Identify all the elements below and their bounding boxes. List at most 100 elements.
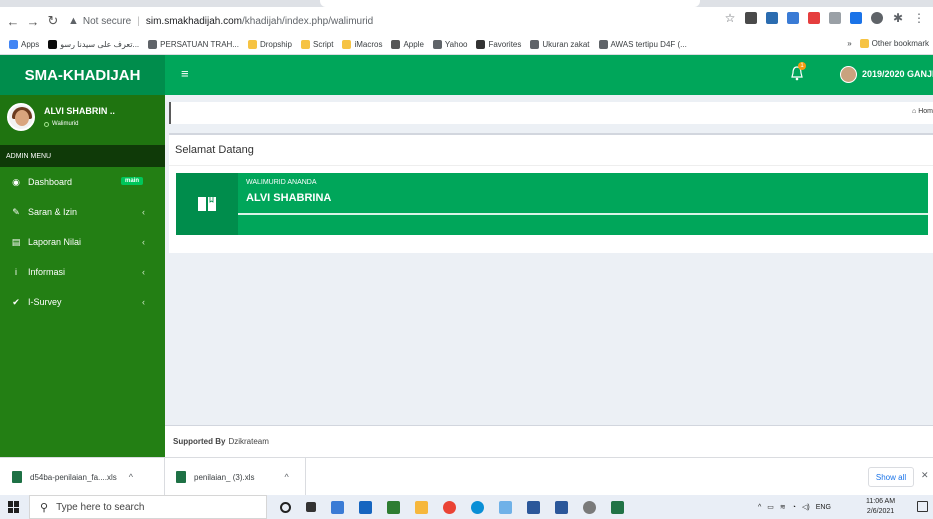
- excel-file-icon: [176, 471, 186, 483]
- sidebar-item-laporan-nilai[interactable]: ▤ Laporan Nilai ‹: [0, 227, 165, 257]
- taskbar-clock[interactable]: 11:06 AM 2/6/2021: [866, 497, 895, 517]
- extension-icon[interactable]: [745, 12, 757, 24]
- sidebar-item-i-survey[interactable]: ✔ I-Survey ‹: [0, 287, 165, 317]
- school-period[interactable]: 2019/2020 GANJIL: [862, 69, 933, 79]
- menu-dots-icon[interactable]: ⋮: [913, 11, 925, 25]
- extension-icon[interactable]: [808, 12, 820, 24]
- app-icon[interactable]: [387, 500, 400, 514]
- bookmark-label: Apps: [21, 40, 40, 49]
- clock-time: 11:06 AM: [866, 498, 896, 505]
- extension-icon[interactable]: [829, 12, 841, 24]
- web-page: SMA-KHADIJAH ≡ 1 2019/2020 GANJIL ALVI S…: [0, 55, 933, 457]
- search-icon: ⚲: [40, 501, 49, 514]
- chrome-icon[interactable]: [443, 500, 456, 514]
- windows-start-icon[interactable]: [8, 501, 20, 513]
- bookmark-item[interactable]: Apple: [391, 40, 424, 49]
- bookmark-item[interactable]: Favorites: [476, 40, 521, 49]
- system-tray: ^ ▭ ≋ ◔ ◁) ENG: [758, 495, 831, 519]
- bookmark-item[interactable]: Script: [300, 40, 333, 49]
- bookmark-item[interactable]: AWAS tertipu D4F (...: [598, 40, 687, 49]
- hamburger-menu-icon[interactable]: ≡: [181, 66, 189, 81]
- sidebar-item-label: Saran & Izin: [28, 207, 78, 217]
- cortana-icon[interactable]: [280, 501, 291, 513]
- bookmark-item[interactable]: Yahoo: [432, 40, 467, 49]
- extension-icon[interactable]: [787, 12, 799, 24]
- pencil-icon: ✎: [12, 206, 20, 217]
- info-box-progress: [238, 213, 928, 215]
- back-icon[interactable]: ←: [6, 14, 20, 29]
- box-divider: [169, 165, 933, 166]
- other-bookmarks[interactable]: Other bookmark: [872, 39, 929, 48]
- network-icon[interactable]: ≋: [780, 503, 786, 511]
- excel-icon[interactable]: [611, 500, 624, 514]
- wifi-icon[interactable]: ◔: [792, 504, 796, 511]
- bookmark-label: PERSATUAN TRAH...: [160, 40, 239, 49]
- app-logo[interactable]: SMA-KHADIJAH: [0, 55, 165, 95]
- user-avatar[interactable]: [840, 66, 857, 83]
- bookmark-icon: [300, 40, 310, 49]
- page-footer: Supported By Dzikrateam: [165, 425, 933, 457]
- bookmark-item[interactable]: PERSATUAN TRAH...: [148, 40, 239, 49]
- app-icon[interactable]: [583, 500, 596, 514]
- forward-icon[interactable]: →: [26, 14, 40, 29]
- reload-icon[interactable]: ↻: [46, 13, 60, 28]
- bookmarks-overflow[interactable]: » Other bookmark: [847, 39, 929, 48]
- not-secure-label: Not secure: [82, 15, 132, 27]
- sidebar-avatar: [7, 103, 35, 131]
- chevron-up-icon[interactable]: ^: [129, 472, 133, 482]
- folder-icon: [859, 39, 869, 48]
- action-center-icon[interactable]: [917, 501, 928, 512]
- bookmark-label: Dropship: [259, 40, 292, 49]
- download-filename: d54ba-penilaian_fa....xls: [30, 472, 117, 482]
- file-explorer-icon[interactable]: [415, 500, 428, 514]
- mail-icon[interactable]: [359, 500, 372, 514]
- store-icon[interactable]: [331, 500, 344, 514]
- bookmark-item[interactable]: iMacros: [342, 40, 382, 49]
- bookmark-item[interactable]: Dropship: [247, 40, 292, 49]
- download-item[interactable]: d54ba-penilaian_fa....xls ^: [12, 458, 133, 496]
- bookmark-item[interactable]: Ukuran zakat: [530, 40, 590, 49]
- bookmark-label: iMacros: [354, 40, 383, 49]
- bookmark-item[interactable]: Apps: [9, 40, 39, 49]
- extension-icon[interactable]: [766, 12, 778, 24]
- extension-icon[interactable]: [871, 12, 883, 24]
- bookmark-star-icon[interactable]: ☆: [724, 11, 736, 25]
- word-icon[interactable]: [555, 500, 568, 514]
- active-tab[interactable]: [320, 0, 700, 7]
- tab-strip: [0, 0, 933, 7]
- battery-icon[interactable]: ▭: [767, 503, 774, 511]
- tray-overflow-icon[interactable]: ^: [758, 504, 761, 511]
- task-view-icon[interactable]: [306, 502, 316, 512]
- sidebar-item-dashboard[interactable]: ◉ Dashboard main: [0, 167, 165, 197]
- address-bar: ← → ↻ ▲ Not secure | sim.smakhadijah.com…: [0, 7, 933, 35]
- close-icon[interactable]: ✕: [921, 470, 929, 481]
- sidebar-item-saran-izin[interactable]: ✎ Saran & Izin ‹: [0, 197, 165, 227]
- bookmark-item[interactable]: تعرف على سيدنا رسو...: [48, 40, 139, 49]
- breadcrumb-home[interactable]: ⌂ Hom: [912, 108, 933, 115]
- bookmarks-more-icon[interactable]: »: [847, 39, 851, 48]
- bookmark-icon: [432, 40, 442, 49]
- bookmark-icon: [342, 40, 352, 49]
- sidebar-item-label: Laporan Nilai: [28, 237, 82, 247]
- chevron-left-icon: ‹: [142, 267, 145, 277]
- language-indicator[interactable]: ENG: [816, 504, 831, 511]
- bookmark-icon: [391, 40, 401, 49]
- show-all-button[interactable]: Show all: [868, 467, 914, 487]
- menu-header: ADMIN MENU: [0, 145, 165, 167]
- box-title: Selamat Datang: [175, 144, 254, 156]
- edge-icon[interactable]: [471, 500, 484, 514]
- download-item[interactable]: penilaian_ (3).xls ^: [176, 458, 289, 496]
- taskbar-search[interactable]: ⚲ Type here to search: [29, 495, 267, 519]
- network-app-icon[interactable]: [499, 500, 512, 514]
- extension-icon[interactable]: [850, 12, 862, 24]
- chevron-up-icon[interactable]: ^: [284, 472, 288, 482]
- bookmark-label: Apple: [403, 40, 424, 49]
- sidebar-item-informasi[interactable]: i Informasi ‹: [0, 257, 165, 287]
- bookmark-icon: [48, 40, 58, 49]
- chevron-left-icon: ‹: [142, 297, 145, 307]
- sidebar-user-name: ALVI SHABRIN ..: [44, 106, 115, 116]
- chevron-left-icon: ‹: [142, 207, 145, 217]
- volume-icon[interactable]: ◁): [802, 503, 810, 511]
- puzzle-icon[interactable]: ✱: [892, 11, 904, 25]
- photos-icon[interactable]: [527, 500, 540, 514]
